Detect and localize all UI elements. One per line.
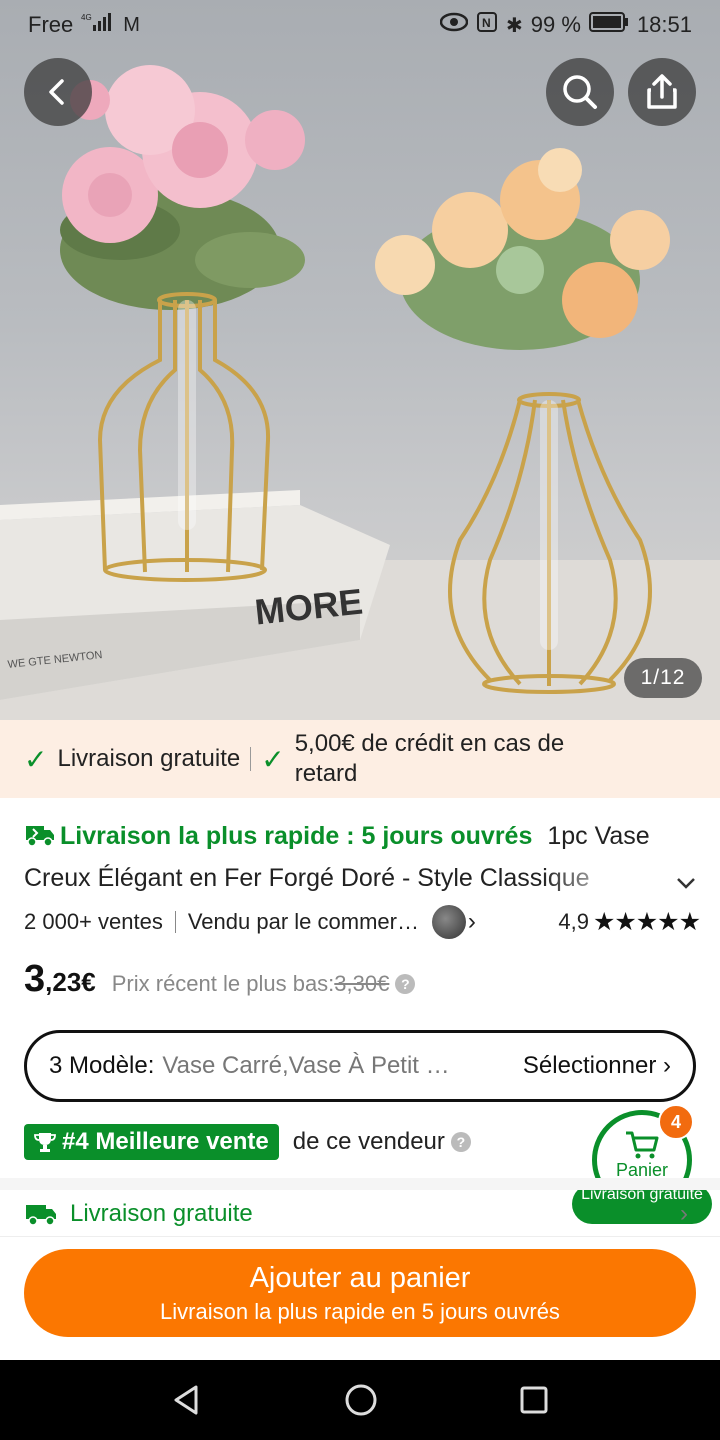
select-variant-button[interactable]: Sélectionner › [523,1052,671,1080]
help-icon[interactable]: ? [395,974,416,994]
seller-link[interactable]: Vendu par le commerçant [188,909,428,935]
cart-count-badge: 4 [658,1104,694,1140]
free-shipping-guarantee: ✓ Livraison gratuite [24,743,240,776]
bestseller-row[interactable]: #4 Meilleure vente de ce vendeur ? [24,1124,471,1160]
status-bar: Free 4G M N ✱ 99 % 18:51 [0,0,720,50]
separator [250,747,252,771]
add-to-cart-sublabel: Livraison la plus rapide en 5 jours ouvr… [160,1298,560,1324]
carrier-label: Free [28,12,74,37]
star-rating-icon: ★★★★★ [592,908,701,936]
price-decimal: ,23€ [45,967,96,997]
sales-meta-row: 2 000+ ventes Vendu par le commerçant › … [24,902,701,942]
chevron-right-icon[interactable]: › [468,908,476,936]
sales-count: 2 000+ ventes [24,909,163,934]
product-photo: MORE WE GTE NEWTON [0,65,720,720]
shipping-info-row[interactable]: Livraison gratuite › [24,1200,688,1228]
bottom-action-bar: Ajouter au panier Livraison la plus rapi… [0,1236,720,1360]
share-icon [647,74,677,109]
variant-value: Vase Carré,Vase À Petit Col,Vase À Grand… [162,1052,452,1079]
search-button[interactable] [546,58,614,126]
bestseller-badge: #4 Meilleure vente [24,1124,279,1160]
svg-text:N: N [482,16,491,30]
svg-text:4G: 4G [81,13,92,22]
price-integer: 3 [24,958,46,1000]
chevron-down-icon[interactable] [674,863,698,905]
rating[interactable]: 4,9 ★★★★★ [558,907,701,937]
price-row: 3 ,23€ Prix récent le plus bas:3,30€? [24,958,416,1008]
recent-lowest-price-label: Prix récent le plus bas:3,30€? [112,971,416,997]
truck-icon [26,1205,56,1226]
battery-percent: 99 % [530,12,581,37]
chevron-right-icon: › [680,1200,688,1227]
guarantee-label-1: Livraison gratuite [57,745,241,772]
search-icon [563,75,597,109]
back-nav-icon[interactable] [170,1383,204,1417]
product-title[interactable]: Livraison la plus rapide : 5 jours ouvré… [24,815,704,912]
check-icon: ✓ [24,743,48,775]
title-part-2: Creux Élégant en Fer Forgé Doré - Style … [24,864,590,892]
chevron-left-icon [49,79,64,105]
section-divider [0,1178,720,1190]
clock: 18:51 [636,12,692,37]
gmail-icon: M [123,13,140,36]
guarantee-strip[interactable]: ✓ Livraison gratuite ✓ 5,00€ de crédit e… [0,720,720,798]
old-price: 3,30€ [334,971,390,996]
image-counter: 1/12 [624,658,702,698]
signal-icon: 4G [81,11,115,39]
rating-value: 4,9 [558,909,589,934]
recents-nav-icon[interactable] [518,1384,550,1416]
eye-icon [439,12,469,38]
product-image-gallery[interactable]: MORE WE GTE NEWTON Free 4G M N ✱ 99 % 18… [0,0,720,720]
title-part-1: 1pc Vase [547,822,650,850]
system-navigation-bar [0,1360,720,1440]
guarantee-label-2: 5,00€ de crédit en cas de retard [294,730,565,787]
help-icon[interactable]: ? [450,1132,471,1152]
bluetooth-icon: ✱ [506,14,523,37]
add-to-cart-label: Ajouter au panier [249,1261,471,1294]
variant-label: 3 Modèle: [49,1052,155,1079]
variant-selector[interactable]: 3 Modèle: Vase Carré,Vase À Petit Col,Va… [24,1030,696,1102]
seller-avatar[interactable] [431,905,466,939]
floating-cart-button[interactable]: Panier 4 Livraison gratuite [572,1104,712,1226]
shipping-label: Livraison gratuite [70,1200,253,1227]
add-to-cart-button[interactable]: Ajouter au panier Livraison la plus rapi… [24,1249,696,1337]
nfc-icon: N [476,11,498,39]
battery-icon [588,11,629,39]
separator [174,911,176,933]
back-button[interactable] [24,58,92,126]
home-nav-icon[interactable] [343,1382,379,1418]
fast-shipping-tag: Livraison la plus rapide : 5 jours ouvré… [24,822,539,850]
cart-icon [626,1131,659,1158]
bestseller-text: de ce vendeur [292,1128,445,1155]
late-credit-guarantee: ✓ 5,00€ de crédit en cas de retard [261,729,614,789]
check-icon: ✓ [261,743,285,775]
trophy-icon [34,1133,56,1152]
share-button[interactable] [628,58,696,126]
fast-truck-icon [26,826,54,847]
cart-free-shipping-label: Livraison gratuite [572,1184,712,1224]
chevron-right-icon: › [663,1052,671,1079]
